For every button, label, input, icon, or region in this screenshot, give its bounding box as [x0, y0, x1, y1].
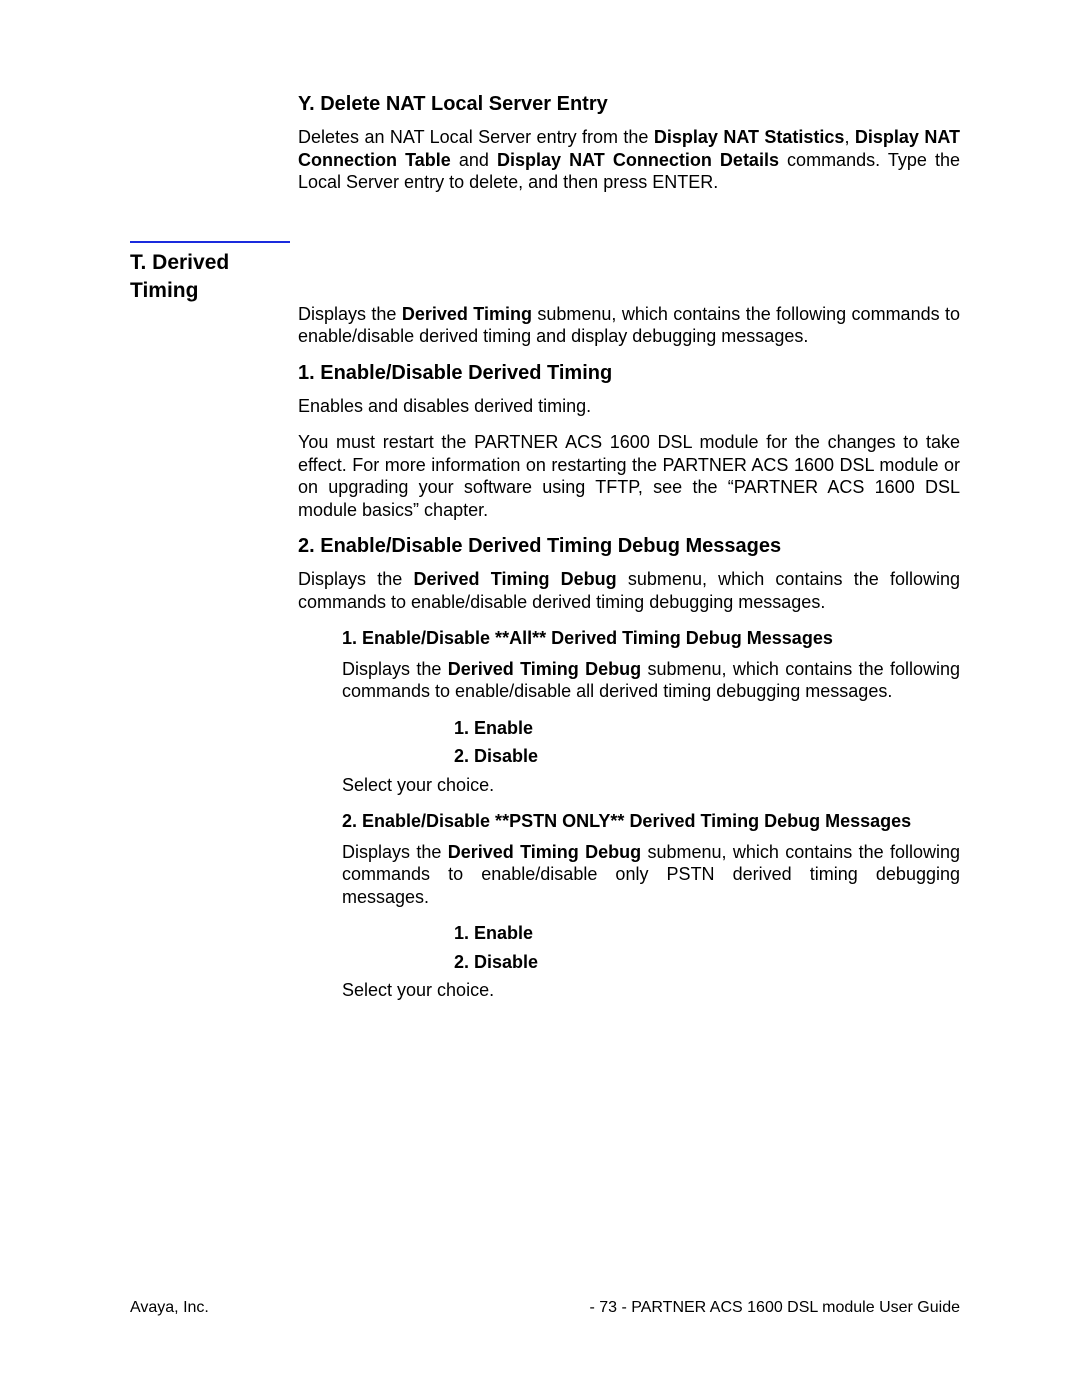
para-t1-1: Enables and disables derived timing. [298, 395, 960, 418]
para-t2-sub2-choice: Select your choice. [342, 979, 960, 1002]
heading-t2-sub2: 2. Enable/Disable **PSTN ONLY** Derived … [342, 810, 960, 833]
footer-page-info: - 73 - PARTNER ACS 1600 DSL module User … [589, 1299, 960, 1317]
footer-company: Avaya, Inc. [130, 1299, 209, 1317]
page-footer: Avaya, Inc. - 73 - PARTNER ACS 1600 DSL … [130, 1299, 960, 1317]
t2-sub2-disable: 2. Disable [454, 951, 960, 974]
para-t-intro: Displays the Derived Timing submenu, whi… [298, 303, 960, 348]
t2-sub2-enable: 1. Enable [454, 922, 960, 945]
side-heading-line2: Timing [130, 279, 198, 302]
heading-t2-sub1: 1. Enable/Disable **All** Derived Timing… [342, 627, 960, 650]
side-heading-line1: T. Derived [130, 251, 229, 274]
t2-sub1-disable: 2. Disable [454, 745, 960, 768]
para-t2-intro: Displays the Derived Timing Debug submen… [298, 568, 960, 613]
para-y-delete-nat: Deletes an NAT Local Server entry from t… [298, 126, 960, 194]
side-heading-derived-timing: T. Derived Timing [130, 241, 290, 306]
heading-t2-debug-messages: 2. Enable/Disable Derived Timing Debug M… [298, 535, 960, 558]
para-t1-2: You must restart the PARTNER ACS 1600 DS… [298, 431, 960, 521]
para-t2-sub2: Displays the Derived Timing Debug submen… [342, 841, 960, 909]
t2-sub1-enable: 1. Enable [454, 717, 960, 740]
heading-y-delete-nat: Y. Delete NAT Local Server Entry [298, 93, 960, 116]
para-t2-sub1-choice: Select your choice. [342, 774, 960, 797]
para-t2-sub1: Displays the Derived Timing Debug submen… [342, 658, 960, 703]
heading-t1-enable-disable: 1. Enable/Disable Derived Timing [298, 362, 960, 385]
